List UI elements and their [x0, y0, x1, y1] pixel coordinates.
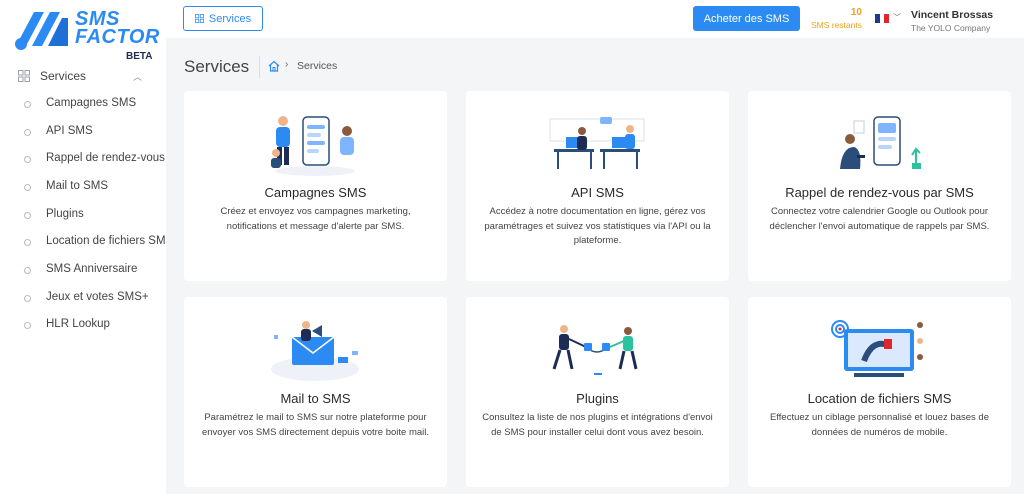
user-menu[interactable]: Vincent Brossas The YOLO Company [911, 9, 1016, 33]
sidebar-item-label: Plugins [46, 208, 84, 220]
service-card-title: Campagnes SMS [264, 185, 367, 200]
circle-bullet-icon [24, 322, 31, 329]
sidebar-group-label: Services [40, 69, 87, 83]
service-card-description: Accédez à notre documentation en ligne, … [484, 206, 711, 246]
circle-bullet-icon [24, 184, 31, 191]
circle-bullet-icon [24, 212, 31, 219]
chevron-up-icon: ︿ [133, 72, 143, 82]
service-card-description: Effectuez un ciblage personnalisé et lou… [769, 412, 989, 438]
sms-credits: 10 SMS restants [808, 7, 862, 30]
circle-bullet-icon [24, 129, 31, 136]
breadcrumb-current: Services [297, 60, 338, 72]
services-button[interactable]: Services [183, 6, 263, 31]
campaign-illustration-icon [271, 116, 355, 176]
service-card-campagnes-sms[interactable]: Campagnes SMS Créez et envoyez vos campa… [184, 91, 447, 281]
service-card-mail-to-sms[interactable]: Mail to SMS Paramétrez le mail to SMS su… [184, 297, 447, 487]
circle-bullet-icon [24, 101, 31, 108]
sidebar-item-label: HLR Lookup [46, 318, 110, 330]
circle-bullet-icon [24, 156, 31, 163]
sidebar-item-plugins[interactable]: Plugins [0, 205, 166, 225]
breadcrumb-separator-icon: › [285, 59, 289, 70]
services-button-label: Services [208, 12, 252, 25]
circle-bullet-icon [24, 239, 31, 246]
user-company: The YOLO Company [911, 23, 991, 33]
sidebar-item-label: Jeux et votes SMS+ [46, 291, 149, 303]
api-illustration-icon [549, 117, 645, 169]
circle-bullet-icon [24, 267, 31, 274]
service-card-plugins[interactable]: Plugins Consultez la liste de nos plugin… [466, 297, 729, 487]
sidebar-item-sms-anniversaire[interactable]: SMS Anniversaire [0, 260, 166, 280]
plugins-illustration-icon [552, 325, 638, 375]
grid-icon [194, 14, 204, 23]
sidebar: SMS FACTOR BETA Services ︿ Campagnes SMS… [0, 0, 166, 494]
service-card-title: Mail to SMS [280, 391, 351, 406]
sidebar-item-label: Mail to SMS [46, 180, 108, 192]
grid-icon [18, 70, 30, 82]
targeting-illustration-icon [831, 320, 923, 377]
service-card-title: Plugins [576, 391, 619, 406]
sidebar-item-hlr-lookup[interactable]: HLR Lookup [0, 315, 166, 335]
beta-badge: BETA [126, 51, 153, 62]
sidebar-item-mail-to-sms[interactable]: Mail to SMS [0, 177, 166, 197]
sidebar-item-api-sms[interactable]: API SMS [0, 122, 166, 142]
sidebar-item-label: SMS Anniversaire [46, 263, 138, 275]
mail-to-sms-illustration-icon [271, 321, 359, 381]
sidebar-item-jeux-votes[interactable]: Jeux et votes SMS+ [0, 288, 166, 308]
sms-credits-label: SMS restants [810, 20, 862, 30]
sidebar-item-campagnes-sms[interactable]: Campagnes SMS [0, 94, 166, 114]
logo-mark-icon [15, 12, 68, 50]
sidebar-item-label: Location de fichiers SM [46, 235, 166, 247]
sms-factor-logo[interactable]: SMS FACTOR BETA [12, 6, 159, 62]
sidebar-item-label: Rappel de rendez-vous [46, 152, 165, 164]
service-card-description: Paramétrez le mail to SMS sur notre plat… [201, 412, 430, 438]
buy-sms-button-label: Acheter des SMS [703, 12, 790, 25]
service-card-title: API SMS [571, 185, 624, 200]
service-card-api-sms[interactable]: API SMS Accédez à notre documentation en… [466, 91, 729, 281]
user-name: Vincent Brossas [911, 9, 994, 21]
circle-bullet-icon [24, 295, 31, 302]
service-card-title: Rappel de rendez-vous par SMS [785, 185, 974, 200]
home-icon[interactable] [268, 60, 280, 72]
buy-sms-button[interactable]: Acheter des SMS [693, 6, 800, 31]
sidebar-item-location-fichiers[interactable]: Location de fichiers SM [0, 232, 166, 252]
sms-credits-count: 10 [850, 7, 862, 18]
appointment-illustration-icon [840, 116, 921, 169]
logo-line-2: FACTOR [75, 26, 160, 48]
page-title: Services [184, 57, 250, 76]
language-selector[interactable]: ﹀ [875, 13, 901, 25]
service-card-description: Connectez votre calendrier Google ou Out… [769, 206, 990, 232]
sidebar-item-rappel-rdv[interactable]: Rappel de rendez-vous [0, 149, 166, 169]
flag-fr-icon [875, 14, 890, 23]
service-card-description: Consultez la liste de nos plugins et int… [482, 412, 713, 438]
service-card-description: Créez et envoyez vos campagnes marketing… [220, 206, 411, 232]
chevron-down-icon: ﹀ [893, 13, 901, 22]
top-bar: Services Acheter des SMS 10 SMS restants… [166, 0, 1024, 38]
sidebar-item-label: API SMS [46, 125, 93, 137]
service-card-location-fichiers[interactable]: Location de fichiers SMS Effectuez un ci… [748, 297, 1011, 487]
service-card-title: Location de fichiers SMS [807, 391, 952, 406]
sidebar-item-label: Campagnes SMS [46, 97, 137, 109]
service-card-rappel-rdv[interactable]: Rappel de rendez-vous par SMS Connectez … [748, 91, 1011, 281]
title-divider [259, 56, 260, 78]
sidebar-group-services[interactable]: Services ︿ [0, 66, 166, 86]
